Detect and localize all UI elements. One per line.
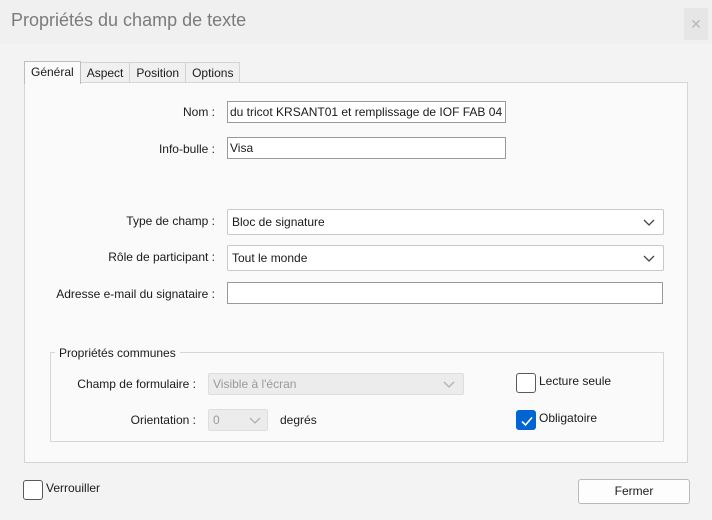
signer-email-label: Adresse e-mail du signataire : <box>56 287 215 301</box>
tab-bar: Général Aspect Position Options <box>24 61 241 84</box>
form-field-select[interactable]: Visible à l'écran <box>208 373 464 395</box>
name-field[interactable]: du tricot KRSANT01 et remplissage de IOF… <box>227 101 506 123</box>
chevron-down-icon <box>643 219 655 226</box>
tab-general[interactable]: Général <box>24 61 81 84</box>
signer-email-field[interactable] <box>227 282 663 304</box>
chevron-down-icon <box>249 417 261 424</box>
form-field-label: Champ de formulaire : <box>77 377 196 391</box>
tab-aspect[interactable]: Aspect <box>79 62 131 83</box>
read-only-label: Lecture seule <box>539 374 612 388</box>
close-icon: ✕ <box>690 15 702 32</box>
close-dialog-button[interactable]: Fermer <box>578 479 690 504</box>
participant-role-label: Rôle de participant : <box>108 250 215 264</box>
tooltip-field[interactable]: Visa <box>227 137 506 159</box>
orientation-label: Orientation : <box>130 413 196 427</box>
window-title: Propriétés du champ de texte <box>11 10 247 30</box>
field-type-label: Type de champ : <box>126 214 215 228</box>
required-label: Obligatoire <box>539 411 598 425</box>
tab-position[interactable]: Position <box>129 62 187 83</box>
common-properties-group <box>50 352 664 442</box>
read-only-checkbox[interactable] <box>516 373 536 393</box>
participant-role-select[interactable]: Tout le monde <box>227 245 664 271</box>
chevron-down-icon <box>443 381 455 388</box>
tab-options[interactable]: Options <box>185 62 241 83</box>
form-field-value: Visible à l'écran <box>213 377 297 391</box>
orientation-value: 0 <box>213 413 220 427</box>
common-properties-title: Propriétés communes <box>55 346 180 360</box>
required-checkbox[interactable] <box>516 410 536 430</box>
lock-checkbox[interactable] <box>23 480 43 500</box>
chevron-down-icon <box>643 255 655 262</box>
tooltip-label: Info-bulle : <box>158 142 215 156</box>
name-label: Nom : <box>182 105 215 119</box>
orientation-select[interactable]: 0 <box>208 409 268 431</box>
close-button[interactable]: ✕ <box>684 8 708 40</box>
lock-label: Verrouiller <box>46 481 101 495</box>
field-type-select[interactable]: Bloc de signature <box>227 209 664 235</box>
field-type-value: Bloc de signature <box>232 215 325 229</box>
participant-role-value: Tout le monde <box>232 251 308 265</box>
orientation-unit: degrés <box>280 413 317 427</box>
title-bar: Propriétés du champ de texte ✕ <box>0 0 712 44</box>
checkmark-icon <box>521 416 533 427</box>
